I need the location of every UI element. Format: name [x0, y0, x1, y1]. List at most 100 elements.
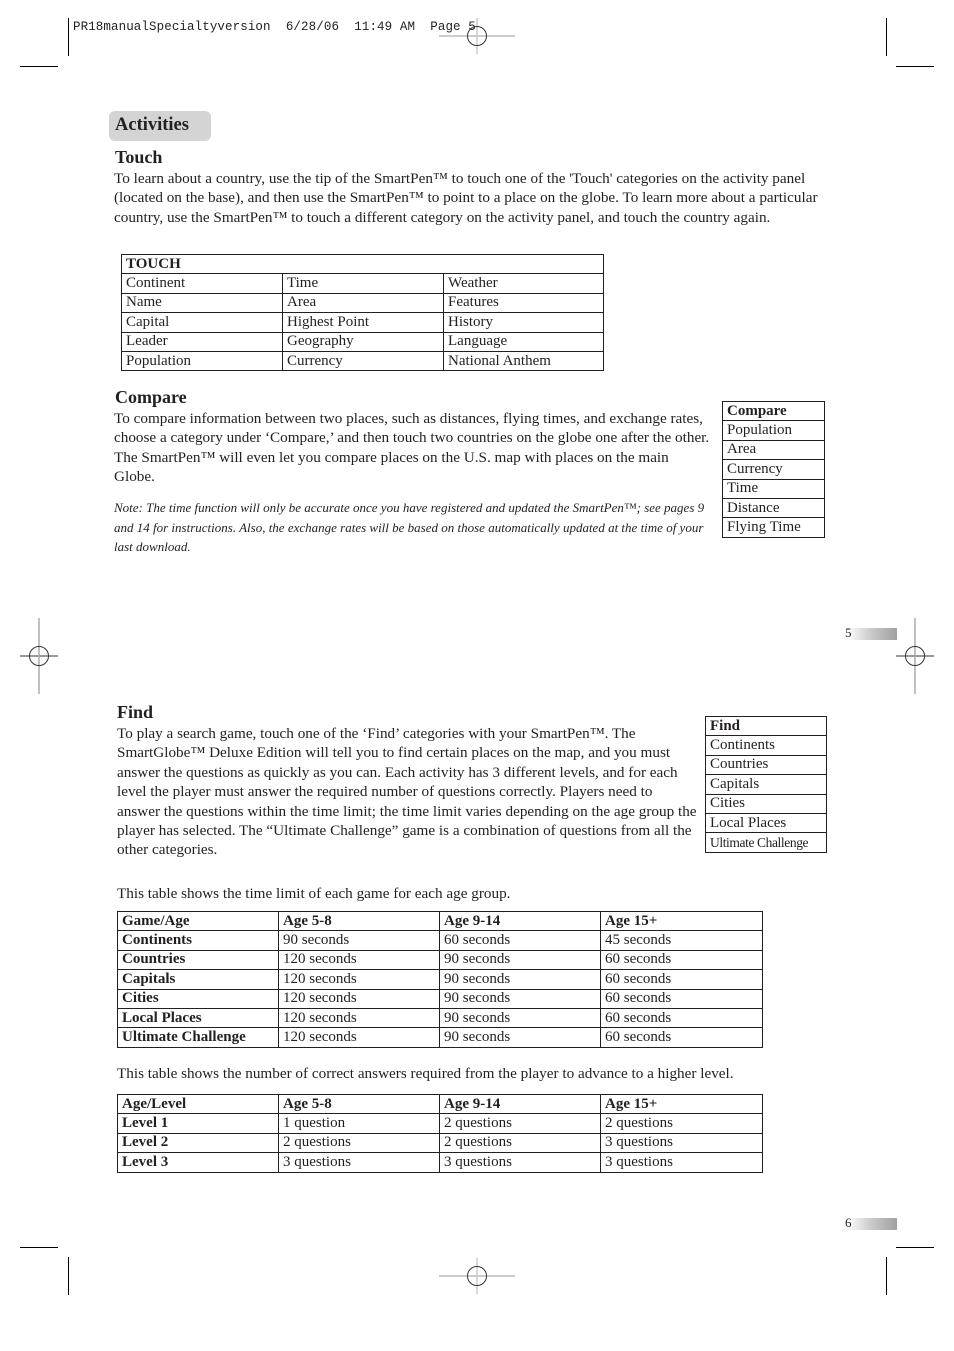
- table-cell: Continents: [705, 735, 827, 756]
- table-cell: 90 seconds: [439, 969, 601, 990]
- table-cell: 90 seconds: [439, 1007, 601, 1029]
- table-cell: Age 5-8: [278, 1093, 440, 1115]
- crop-mark: [20, 1247, 58, 1248]
- table-cell: 3 questions: [439, 1152, 601, 1173]
- table-row: Countries: [705, 754, 827, 776]
- find-paragraph: To play a search game, touch one of the …: [117, 725, 697, 859]
- table-row: Continent Time Weather: [121, 273, 604, 294]
- table-cell: Currency: [282, 350, 444, 372]
- crop-mark: [886, 1257, 887, 1295]
- table-cell: 3 questions: [278, 1152, 440, 1173]
- table-cell: Geography: [282, 331, 444, 352]
- table-cell: 90 seconds: [439, 949, 601, 971]
- table-cell: Highest Point: [282, 312, 444, 333]
- table-cell: Time: [722, 478, 825, 499]
- compare-heading: Compare: [115, 387, 187, 407]
- table-cell: Cities: [705, 793, 827, 814]
- page-number-tab: 6: [845, 1215, 897, 1230]
- table-cell: Population: [722, 420, 825, 441]
- table-cell: 3 questions: [600, 1152, 763, 1173]
- table-row: Capital Highest Point History: [121, 312, 604, 333]
- table-cell: Weather: [443, 273, 604, 294]
- level-table: Age/Level Age 5-8 Age 9-14 Age 15+ Level 11 …: [117, 1093, 763, 1173]
- table-cell: Name: [121, 292, 283, 314]
- table-row: Flying Time: [722, 517, 825, 538]
- table-cell: Level 2: [117, 1132, 279, 1154]
- table-cell: 2 questions: [278, 1132, 440, 1154]
- registration-mark-bottom: [439, 1258, 515, 1294]
- table-cell: Capitals: [117, 969, 279, 990]
- table-cell: Capitals: [705, 774, 827, 795]
- table-row: Ultimate Challenge: [705, 832, 827, 853]
- table-cell: Leader: [121, 331, 283, 352]
- table-cell: Currency: [722, 459, 825, 480]
- table-row: Capitals: [705, 774, 827, 795]
- table-row: Area: [722, 439, 825, 461]
- table-cell: 60 seconds: [600, 969, 763, 990]
- table-cell: Age 9-14: [439, 910, 601, 932]
- table-cell: National Anthem: [443, 350, 604, 372]
- table-cell: Age 15+: [600, 1093, 763, 1115]
- table-cell: 120 seconds: [278, 969, 440, 990]
- table-header: TOUCH: [121, 253, 604, 275]
- table-row: Population Currency National Anthem: [121, 350, 604, 372]
- table-cell: Age 9-14: [439, 1093, 601, 1115]
- page-number: 5: [845, 625, 852, 640]
- table-cell: 2 questions: [439, 1113, 601, 1134]
- level-table-intro: This table shows the number of correct a…: [117, 1065, 734, 1082]
- compare-table: Compare Population Area Currency Time Distan…: [722, 400, 825, 538]
- table-cell: Flying Time: [722, 517, 825, 538]
- section-title: Activities: [115, 115, 189, 135]
- table-cell: Distance: [722, 497, 825, 519]
- table-cell: Cities: [117, 988, 279, 1009]
- table-cell: Local Places: [117, 1007, 279, 1029]
- table-row: Continents: [705, 735, 827, 756]
- table-cell: 120 seconds: [278, 1007, 440, 1029]
- compare-note: Note: The time function will only be acc…: [114, 500, 705, 554]
- table-header: Find: [705, 715, 827, 737]
- page-number-tab: 5: [845, 625, 897, 640]
- table-row: Level 22 questions 2 questions 3 questions: [117, 1132, 763, 1154]
- table-cell: Ultimate Challenge: [705, 832, 827, 853]
- table-row: Age/Level Age 5-8 Age 9-14 Age 15+: [117, 1093, 763, 1115]
- table-row: Cities: [705, 793, 827, 814]
- table-row: Population: [722, 420, 825, 441]
- table-row: Local Places 120 seconds 90 seconds 60 seco…: [117, 1007, 763, 1029]
- table-cell: 2 questions: [600, 1113, 763, 1134]
- table-header: Compare: [722, 400, 825, 422]
- print-slug: PR18manualSpecialtyversion 6/28/06 11:49…: [73, 20, 476, 34]
- table-cell: 60 seconds: [600, 1007, 763, 1029]
- table-row: Capitals 120 seconds 90 seconds 60 seconds: [117, 969, 763, 990]
- table-row: Time: [722, 478, 825, 499]
- find-table: Find Continents Countries Capitals Cities Lo…: [705, 715, 827, 853]
- registration-mark-top: [439, 18, 515, 54]
- crop-mark: [20, 66, 58, 67]
- table-cell: 120 seconds: [278, 988, 440, 1009]
- section-title-badge: Activities: [109, 111, 211, 141]
- table-cell: 60 seconds: [439, 930, 601, 951]
- table-cell: Age/Level: [117, 1093, 279, 1115]
- table-cell: Age 15+: [600, 910, 763, 932]
- table-row: Name Area Features: [121, 292, 604, 314]
- table-cell: Capital: [121, 312, 283, 333]
- table-row: Leader Geography Language: [121, 331, 604, 352]
- table-row: Local Places: [705, 812, 827, 834]
- crop-mark: [896, 66, 934, 67]
- table-cell: Age 5-8: [278, 910, 440, 932]
- table-cell: Game/Age: [117, 910, 279, 932]
- table-cell: 2 questions: [439, 1132, 601, 1154]
- table-cell: Countries: [705, 754, 827, 776]
- table-cell: 60 seconds: [600, 1027, 763, 1048]
- table-cell: 60 seconds: [600, 988, 763, 1009]
- table-row: Cities 120 seconds 90 seconds 60 seconds: [117, 988, 763, 1009]
- crop-mark: [68, 18, 69, 56]
- table-row: Countries 120 seconds 90 seconds 60 seconds: [117, 949, 763, 971]
- table-cell: Ultimate Challenge: [117, 1027, 279, 1048]
- table-cell: Time: [282, 273, 444, 294]
- table-cell: 90 seconds: [439, 1027, 601, 1048]
- table-row: Ultimate Challenge 120 seconds 90 seconds 6…: [117, 1027, 763, 1048]
- table-cell: 90 seconds: [278, 930, 440, 951]
- crop-mark: [886, 18, 887, 56]
- crop-mark: [68, 1257, 69, 1295]
- table-row: Level 33 questions 3 questions 3 questions: [117, 1152, 763, 1173]
